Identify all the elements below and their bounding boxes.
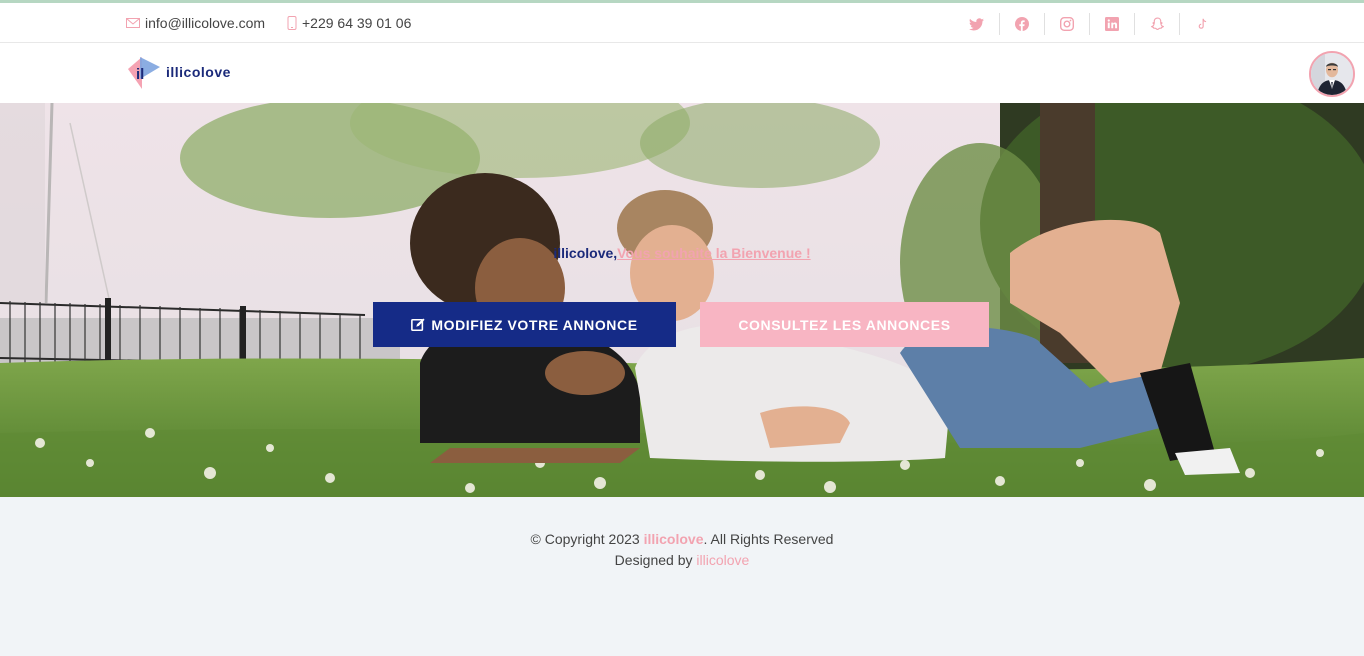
designed-prefix: Designed by — [614, 552, 697, 568]
snapchat-icon — [1150, 17, 1164, 31]
tagline-brand: illicolove, — [553, 245, 618, 261]
social-links — [954, 13, 1224, 35]
instagram-link[interactable] — [1044, 13, 1089, 35]
phone-text: +229 64 39 01 06 — [302, 15, 412, 31]
hero-section: illicolove,Vous souhaite la Bienvenue ! … — [0, 103, 1364, 497]
facebook-icon — [1015, 17, 1029, 31]
envelope-icon — [126, 18, 140, 28]
email-text: info@illicolove.com — [145, 15, 266, 31]
designed-by-line: Designed by illicolove — [0, 552, 1364, 568]
phone-icon — [287, 16, 297, 30]
site-logo[interactable]: il illicolove — [126, 53, 231, 91]
main-header: il illicolove — [0, 43, 1364, 103]
contact-phone[interactable]: +229 64 39 01 06 — [287, 15, 411, 31]
instagram-icon — [1060, 17, 1074, 31]
copyright-brand[interactable]: illicolove — [644, 531, 704, 547]
logo-mark-icon: il — [128, 57, 160, 89]
user-avatar[interactable] — [1309, 51, 1355, 97]
logo-mark-text: il — [136, 66, 144, 83]
tagline-welcome-link[interactable]: Vous souhaite la Bienvenue ! — [617, 245, 810, 261]
browse-listings-label: CONSULTEZ LES ANNONCES — [738, 316, 951, 333]
linkedin-icon — [1105, 17, 1119, 31]
site-footer: © Copyright 2023 illicolove. All Rights … — [0, 497, 1364, 656]
linkedin-link[interactable] — [1089, 13, 1134, 35]
topbar: info@illicolove.com +229 64 39 01 06 — [0, 3, 1364, 43]
copyright-suffix: . All Rights Reserved — [703, 531, 834, 547]
logo-text: illicolove — [166, 64, 231, 80]
designed-brand-link[interactable]: illicolove — [696, 552, 749, 568]
tiktok-icon — [1198, 18, 1206, 29]
copyright-prefix: © Copyright 2023 — [530, 531, 644, 547]
copyright-line: © Copyright 2023 illicolove. All Rights … — [0, 531, 1364, 547]
facebook-link[interactable] — [999, 13, 1044, 35]
user-avatar-image — [1311, 53, 1353, 95]
edit-icon — [411, 317, 425, 331]
twitter-icon — [969, 17, 984, 30]
browse-listings-button[interactable]: CONSULTEZ LES ANNONCES — [700, 302, 989, 347]
edit-listing-button[interactable]: MODIFIEZ VOTRE ANNONCE — [373, 302, 676, 347]
twitter-link[interactable] — [954, 13, 999, 35]
edit-listing-label: MODIFIEZ VOTRE ANNONCE — [431, 316, 638, 333]
snapchat-link[interactable] — [1134, 13, 1179, 35]
tiktok-link[interactable] — [1179, 13, 1224, 35]
hero-background-image — [0, 103, 1364, 497]
hero-tagline: illicolove,Vous souhaite la Bienvenue ! — [0, 245, 1364, 261]
contact-email[interactable]: info@illicolove.com — [126, 15, 265, 31]
